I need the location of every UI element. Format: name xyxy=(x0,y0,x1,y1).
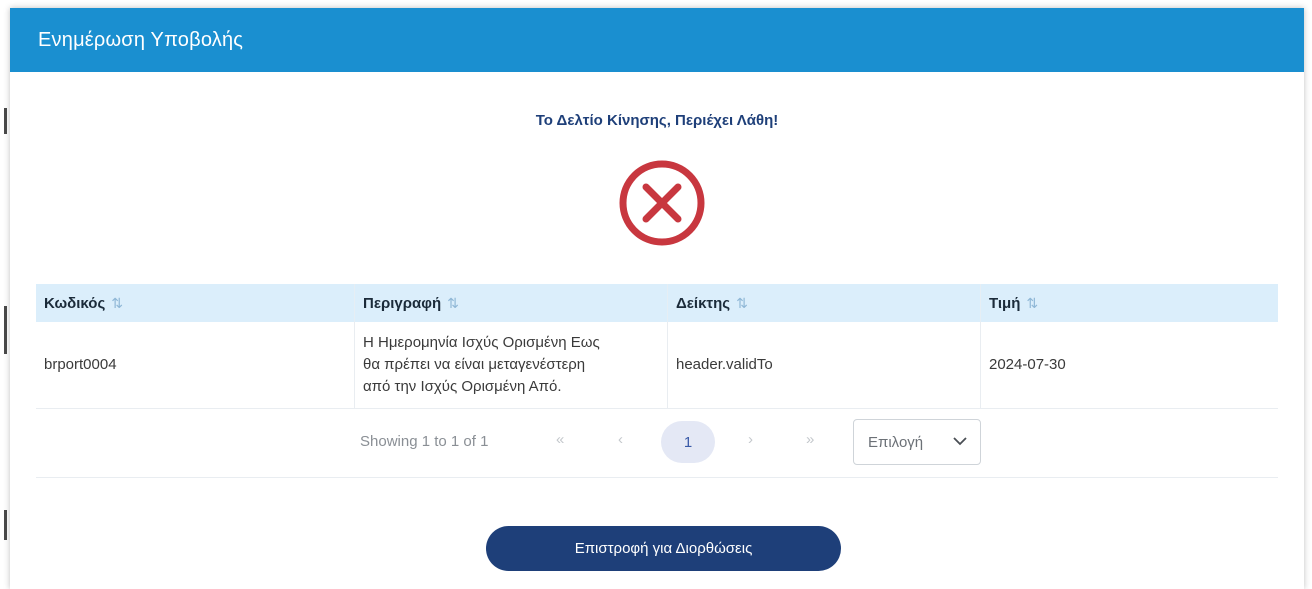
page-1-button[interactable]: 1 xyxy=(661,421,715,463)
cell-indicator: header.validTo xyxy=(667,322,981,409)
errors-table: Κωδικός ⇅ Περιγραφή ⇅ Δείκτης ⇅ Τιμή ⇅ brpor… xyxy=(36,284,1278,409)
description-line: από την Ισχύς Ορισμένη Από. xyxy=(363,378,562,395)
description-line: Η Ημερομηνία Ισχύς Ορισμένη Εως xyxy=(363,334,600,351)
return-for-corrections-button[interactable]: Επιστροφή για Διορθώσεις xyxy=(486,526,841,571)
error-circle-x-icon xyxy=(619,160,705,246)
table-row: brport0004 Η Ημερομηνία Ισχύς Ορισμένη Ε… xyxy=(36,322,1278,409)
column-label: Δείκτης xyxy=(676,294,731,312)
dialog-header: Ενημέρωση Υποβολής xyxy=(10,8,1304,72)
column-label: Κωδικός xyxy=(44,294,106,312)
background-edge-mark xyxy=(4,306,7,354)
description-line: θα πρέπει να είναι μεταγενέστερη xyxy=(363,356,586,373)
sort-icon: ⇅ xyxy=(736,294,748,311)
column-header-description[interactable]: Περιγραφή ⇅ xyxy=(354,284,668,322)
column-header-code[interactable]: Κωδικός ⇅ xyxy=(36,284,355,322)
cell-code: brport0004 xyxy=(36,322,355,409)
paginator: Showing 1 to 1 of 1 « ‹ 1 › » Επιλογή xyxy=(36,409,1278,478)
previous-page-button[interactable]: ‹ xyxy=(618,431,623,448)
column-header-value[interactable]: Τιμή ⇅ xyxy=(980,284,1278,322)
select-placeholder: Επιλογή xyxy=(868,434,924,451)
submission-update-dialog: Ενημέρωση Υποβολής Το Δελτίο Κίνησης, Πε… xyxy=(10,8,1304,589)
chevron-down-icon xyxy=(953,437,967,446)
column-header-indicator[interactable]: Δείκτης ⇅ xyxy=(667,284,981,322)
background-edge-mark xyxy=(4,108,7,134)
cell-value: 2024-07-30 xyxy=(980,322,1278,409)
cell-description: Η Ημερομηνία Ισχύς Ορισμένη Εως θα πρέπε… xyxy=(354,322,668,409)
sort-icon: ⇅ xyxy=(1026,294,1038,311)
sort-icon: ⇅ xyxy=(447,294,459,311)
dialog-title: Ενημέρωση Υποβολής xyxy=(38,28,244,51)
background-edge-mark xyxy=(4,510,7,540)
rows-per-page-select[interactable]: Επιλογή xyxy=(853,419,981,465)
first-page-button[interactable]: « xyxy=(556,431,564,448)
pagination-summary: Showing 1 to 1 of 1 xyxy=(360,433,489,450)
column-label: Τιμή xyxy=(989,294,1021,312)
sort-icon: ⇅ xyxy=(111,294,123,311)
next-page-button[interactable]: › xyxy=(748,431,753,448)
table-header-row: Κωδικός ⇅ Περιγραφή ⇅ Δείκτης ⇅ Τιμή ⇅ xyxy=(36,284,1278,322)
last-page-button[interactable]: » xyxy=(806,431,814,448)
column-label: Περιγραφή xyxy=(363,294,442,312)
status-message: Το Δελτίο Κίνησης, Περιέχει Λάθη! xyxy=(535,112,779,129)
